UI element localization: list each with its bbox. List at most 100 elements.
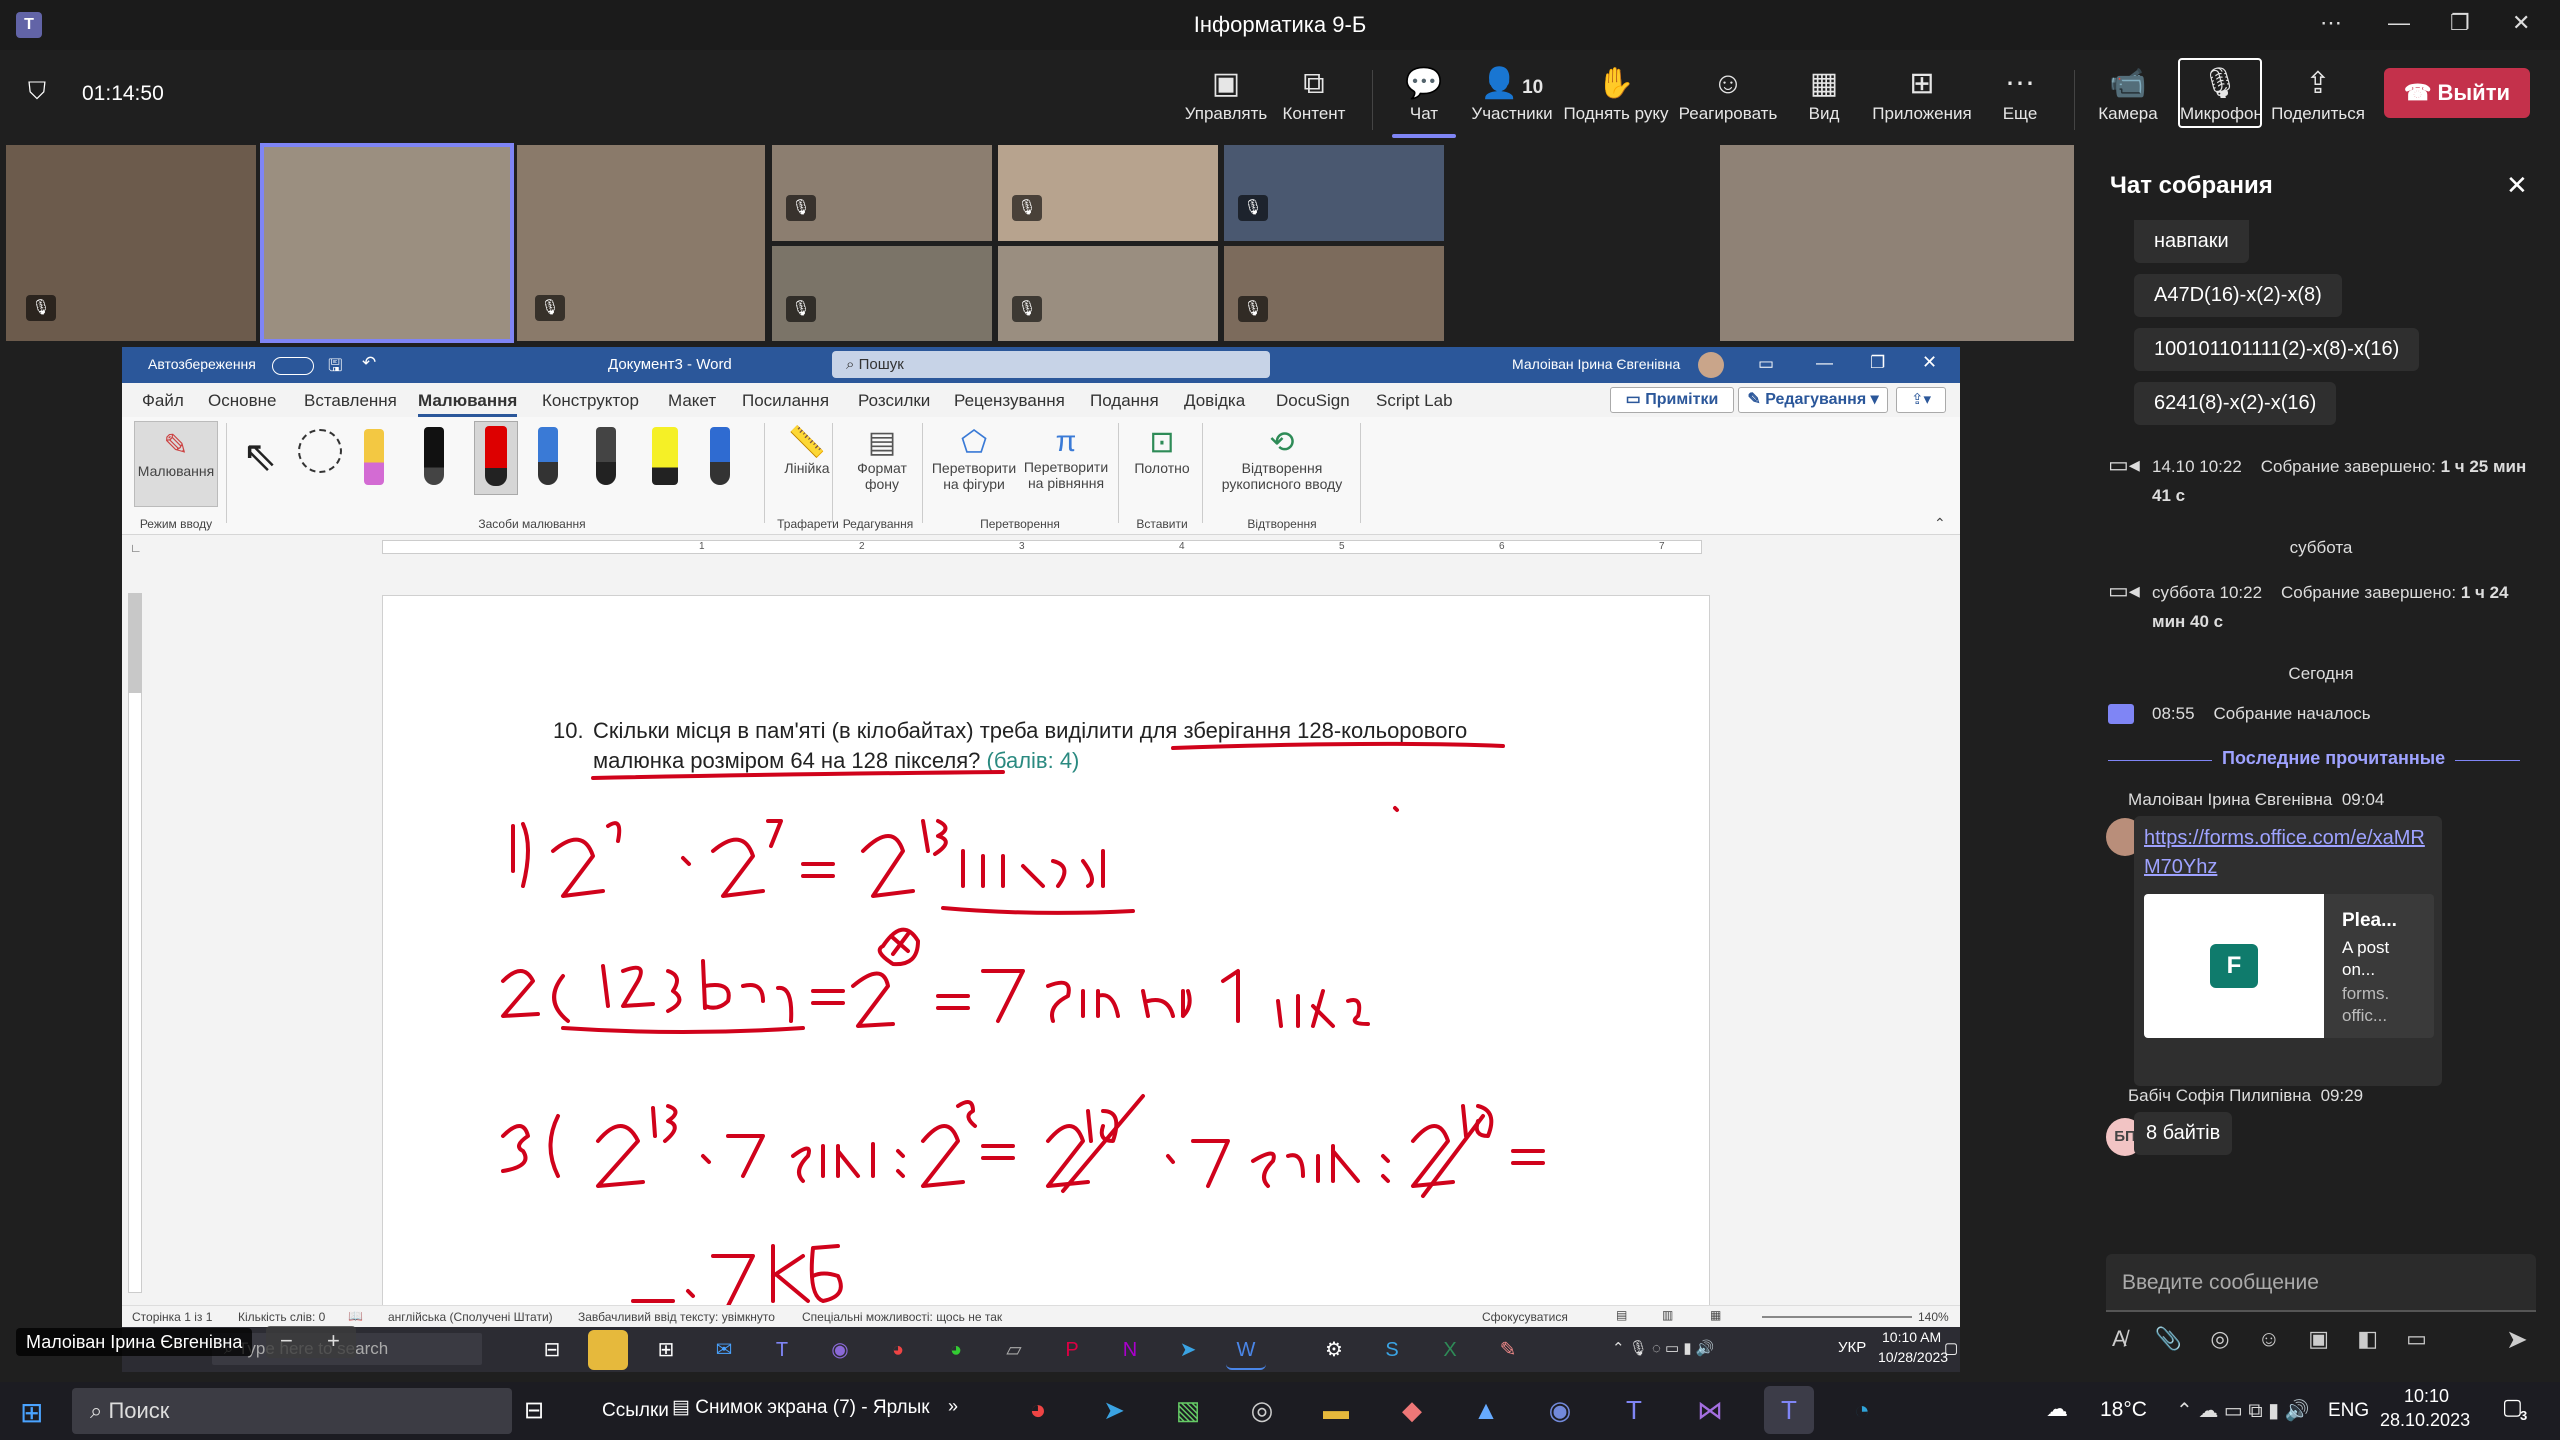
file-explorer-icon[interactable]: ▬ — [1316, 1390, 1356, 1430]
sticker-icon[interactable]: ◧ — [2357, 1326, 2378, 1351]
links-toolbar[interactable]: Ссылки — [602, 1400, 669, 1422]
text-predictions-status[interactable]: Завбачливий ввід тексту: увімкнуто — [578, 1310, 775, 1324]
convert-to-shapes-button[interactable]: ⬠ Перетворити на фігури — [928, 425, 1020, 492]
video-tile[interactable] — [1720, 145, 2074, 341]
video-tile[interactable]: 🎙 — [772, 145, 992, 241]
excel-icon[interactable]: X — [1430, 1330, 1470, 1370]
chrome-icon[interactable]: ◕ — [936, 1330, 976, 1370]
tab-layout[interactable]: Макет — [668, 391, 716, 411]
zoom-out-icon[interactable]: − — [280, 1328, 293, 1353]
focus-button[interactable]: Сфокусуватися — [1482, 1310, 1568, 1324]
steam-icon[interactable]: ◎ — [1242, 1390, 1282, 1430]
teams-new-icon[interactable]: T — [1764, 1386, 1814, 1434]
video-tile[interactable]: 🎙 — [998, 145, 1218, 241]
more-options-icon[interactable]: ⋯ — [2320, 10, 2342, 36]
tab-mailings[interactable]: Розсилки — [858, 391, 930, 411]
chat-message[interactable]: A47D(16)-x(2)-x(8) — [2134, 274, 2342, 317]
tab-review[interactable]: Рецензування — [954, 391, 1065, 411]
clock-time[interactable]: 10:10 — [2404, 1386, 2449, 1407]
tab-references[interactable]: Посилання — [742, 391, 829, 411]
snapshot-shortcut[interactable]: ▤ Снимок экрана (7) - Ярлык — [672, 1396, 930, 1419]
video-tile[interactable]: 🎙 — [517, 145, 765, 341]
pen-blue-galaxy-icon[interactable] — [538, 427, 558, 485]
pen-gray-icon[interactable] — [596, 427, 616, 485]
format-icon[interactable]: A̸ — [2112, 1326, 2127, 1351]
zoom-level[interactable]: 140% — [1918, 1310, 1949, 1324]
form-link[interactable]: https://forms.office.com/e/xaMRM70Yhz — [2144, 824, 2434, 882]
mail-icon[interactable]: ✉ — [704, 1330, 744, 1370]
weather-temp[interactable]: 18°C — [2100, 1398, 2147, 1422]
accessibility-status[interactable]: Спеціальні можливості: щось не так — [802, 1310, 1002, 1324]
weather-icon[interactable]: ☁ — [2046, 1396, 2068, 1422]
minimize-icon[interactable]: — — [1816, 353, 1833, 373]
avatar[interactable] — [1698, 352, 1724, 378]
undo-icon[interactable]: ↶ — [362, 353, 376, 373]
tab-docusign[interactable]: DocuSign — [1276, 391, 1350, 411]
paint-icon[interactable]: ✎ — [1488, 1330, 1528, 1370]
settings-icon[interactable]: ⚙ — [1314, 1330, 1354, 1370]
participants-button[interactable]: 👤 10 Участники — [1452, 64, 1572, 124]
zoom-in-icon[interactable]: + — [327, 1328, 340, 1353]
share-button[interactable]: ⇪ Поделиться — [2258, 64, 2378, 124]
game-icon[interactable]: ◆ — [1392, 1390, 1432, 1430]
viber-icon[interactable]: ◉ — [820, 1330, 860, 1370]
word-icon[interactable]: W — [1226, 1330, 1266, 1370]
teams-icon[interactable]: T — [762, 1330, 802, 1370]
chrome-icon[interactable]: ◕ — [878, 1330, 918, 1370]
chrome-icon[interactable]: ◕ — [1018, 1390, 1058, 1430]
send-icon[interactable]: ➤ — [2506, 1324, 2528, 1355]
clock-date[interactable]: 28.10.2023 — [2380, 1410, 2470, 1431]
pen-red-icon[interactable] — [474, 421, 518, 495]
ribbon-display-icon[interactable]: ▭ — [1758, 354, 1774, 374]
restore-icon[interactable]: ❐ — [1870, 353, 1885, 373]
onenote-icon[interactable]: ▱ — [994, 1330, 1034, 1370]
compose-box[interactable]: Введите сообщение — [2106, 1254, 2536, 1312]
notepad-icon[interactable]: ▧ — [1168, 1390, 1208, 1430]
word-count[interactable]: Кількість слів: 0 — [238, 1310, 325, 1324]
ink-replay-button[interactable]: ⟲ Відтворення рукописного вводу — [1208, 425, 1356, 492]
task-view-icon[interactable]: ⊟ — [532, 1330, 572, 1370]
video-tile[interactable]: 🎙 — [1224, 145, 1444, 241]
more-button[interactable]: ⋯ Еще — [1960, 64, 2080, 124]
convert-to-math-button[interactable]: π Перетворити на рівняння — [1020, 425, 1112, 491]
tab-home[interactable]: Основне — [208, 391, 276, 411]
file-explorer-icon[interactable] — [588, 1330, 628, 1370]
leave-button[interactable]: ☎ Выйти — [2384, 68, 2530, 118]
tab-view[interactable]: Подання — [1090, 391, 1159, 411]
eraser-icon[interactable] — [364, 429, 384, 485]
telegram-icon[interactable]: ➤ — [1168, 1330, 1208, 1370]
video-tile[interactable]: 🎙 — [998, 246, 1218, 341]
discord-icon[interactable]: ◉ — [1540, 1390, 1580, 1430]
language-status[interactable]: англійська (Сполучені Штати) — [388, 1310, 553, 1324]
input-language[interactable]: ENG — [2328, 1400, 2369, 1422]
close-icon[interactable]: ✕ — [2512, 10, 2530, 36]
inner-lang[interactable]: УКР — [1838, 1339, 1866, 1356]
telegram-icon[interactable]: ➤ — [1094, 1390, 1134, 1430]
chevron-icon[interactable]: » — [948, 1396, 958, 1417]
chat-message[interactable]: навпаки — [2134, 220, 2249, 263]
microphone-button[interactable]: 🎙 Микрофон — [2178, 58, 2262, 128]
highlighter-yellow-icon[interactable] — [652, 427, 678, 485]
pen-sparkle-icon[interactable] — [710, 427, 730, 485]
chat-message[interactable]: 8 байтів — [2134, 1112, 2233, 1155]
app-triangle-icon[interactable]: ▲ — [1466, 1390, 1506, 1430]
page-count[interactable]: Сторінка 1 із 1 — [132, 1310, 212, 1324]
proofing-icon[interactable]: 📖 — [348, 1309, 363, 1323]
powerpoint-icon[interactable]: P — [1052, 1330, 1092, 1370]
chat-message[interactable]: 6241(8)-x(2)-x(16) — [2134, 382, 2337, 425]
tab-insert[interactable]: Вставлення — [304, 391, 397, 411]
document-page[interactable]: 10. Скільки місця в пам'яті (в кілобайта… — [382, 595, 1710, 1315]
teams-taskbar-icon[interactable]: T — [1614, 1390, 1654, 1430]
canvas-button[interactable]: ⊡ Полотно — [1124, 425, 1200, 476]
video-tile-speaking[interactable] — [260, 143, 514, 343]
search-box[interactable]: ⌕ Пошук — [832, 351, 1270, 378]
lasso-icon[interactable] — [298, 429, 342, 473]
video-tile[interactable]: 🎙 — [772, 246, 992, 341]
store-icon[interactable]: ⊞ — [646, 1330, 686, 1370]
save-icon[interactable]: 🖫 — [328, 353, 342, 382]
taskbar-search-box[interactable]: ⌕ Поиск — [72, 1388, 512, 1434]
video-tile[interactable]: 🎙 — [6, 145, 256, 341]
tab-draw[interactable]: Малювання — [418, 391, 518, 417]
restore-icon[interactable]: ❐ — [2450, 10, 2470, 36]
comments-button[interactable]: ▭ Примітки — [1610, 387, 1734, 413]
